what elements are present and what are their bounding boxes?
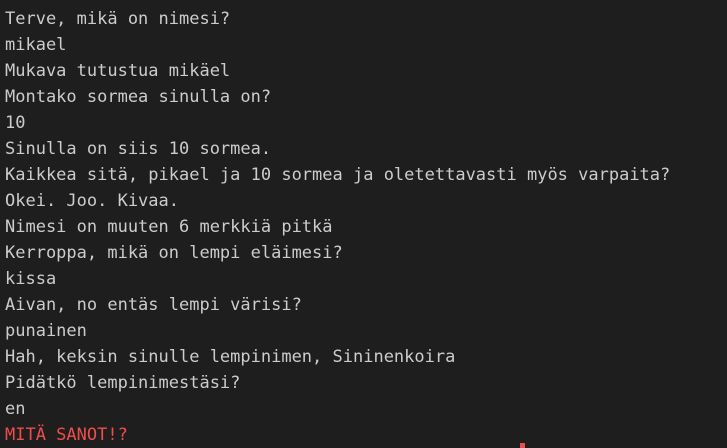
terminal-input-line: punainen — [5, 321, 87, 341]
cursor-marker — [520, 443, 525, 448]
terminal-output: Terve, mikä on nimesi? mikael Mukava tutus… — [5, 6, 727, 448]
terminal-output-line: Nimesi on muuten 6 merkkiä pitkä — [5, 217, 333, 237]
terminal-output-line: Kaikkea sitä, pikael ja 10 sormea ja ole… — [5, 165, 671, 185]
terminal-output-line: Kerroppa, mikä on lempi eläimesi? — [5, 243, 343, 263]
terminal-output-line: Pidätkö lempinimestäsi? — [5, 373, 241, 393]
terminal-output-line: Montako sormea sinulla on? — [5, 87, 272, 107]
terminal-output-line: Hah, keksin sinulle lempinimen, Sininenk… — [5, 347, 456, 367]
terminal-output-line: Aivan, no entäs lempi värisi? — [5, 295, 302, 315]
terminal-output-line: Sinulla on siis 10 sormea. — [5, 139, 272, 159]
terminal-panel[interactable]: Terve, mikä on nimesi? mikael Mukava tutus… — [0, 0, 727, 448]
terminal-input-line: mikael — [5, 35, 67, 55]
terminal-input-line: kissa — [5, 269, 57, 289]
terminal-input-line: 10 — [5, 113, 26, 133]
terminal-output-line: Mukava tutustua mikäel — [5, 61, 231, 81]
terminal-output-line: Okei. Joo. Kivaa. — [5, 191, 179, 211]
terminal-output-line: Terve, mikä on nimesi? — [5, 9, 231, 29]
terminal-input-line: en — [5, 399, 26, 419]
terminal-error-line: MITÄ SANOT!? — [5, 425, 128, 445]
